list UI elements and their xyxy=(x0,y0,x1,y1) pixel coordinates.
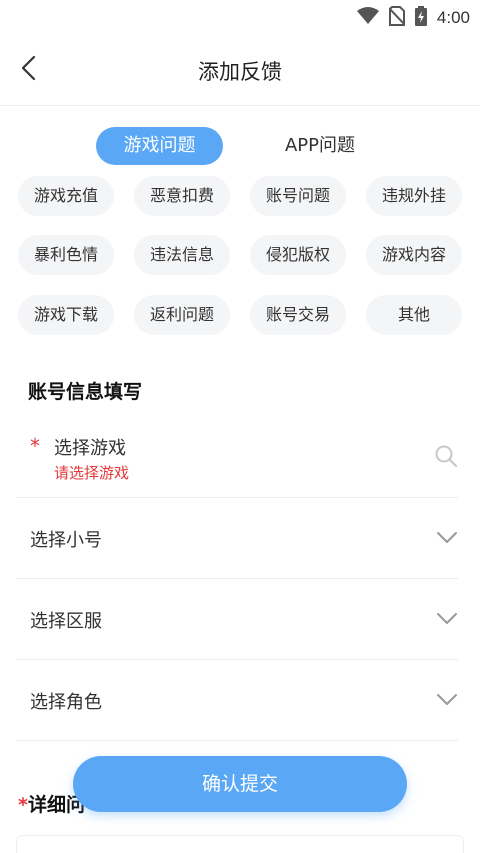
select-account-label: 选择小号 xyxy=(30,530,102,551)
submit-button[interactable]: 确认提交 xyxy=(73,756,407,812)
select-account-dropdown[interactable]: 选择小号 xyxy=(16,498,458,579)
category-chip[interactable]: 游戏下载 xyxy=(18,295,114,335)
select-role-label: 选择角色 xyxy=(30,692,102,713)
select-role-dropdown[interactable]: 选择角色 xyxy=(16,660,458,741)
page-title: 添加反馈 xyxy=(198,60,282,84)
feedback-type-tabs: 游戏问题 APP问题 xyxy=(0,127,480,165)
category-chip[interactable]: 暴利色情 xyxy=(18,235,114,275)
category-chip[interactable]: 侵犯版权 xyxy=(250,235,346,275)
category-chip[interactable]: 账号问题 xyxy=(250,176,346,216)
select-server-dropdown[interactable]: 选择区服 xyxy=(16,579,458,660)
status-icons: 4:00 xyxy=(356,6,470,30)
category-chip[interactable]: 其他 xyxy=(366,295,462,335)
status-bar: 4:00 xyxy=(0,0,480,34)
chevron-down-icon xyxy=(436,530,458,549)
select-server-label: 选择区服 xyxy=(30,611,102,632)
category-chip-grid: 游戏充值 恶意扣费 账号问题 违规外挂 暴利色情 违法信息 侵犯版权 游戏内容 … xyxy=(0,173,480,340)
required-star: * xyxy=(30,434,40,458)
category-chip[interactable]: 返利问题 xyxy=(134,295,230,335)
category-chip[interactable]: 恶意扣费 xyxy=(134,176,230,216)
select-game-error: 请选择游戏 xyxy=(54,464,130,482)
search-icon[interactable] xyxy=(434,444,458,472)
app-header: 添加反馈 xyxy=(0,34,480,106)
select-game-label: 选择游戏 xyxy=(54,438,126,459)
chevron-down-icon xyxy=(436,692,458,711)
status-time: 4:00 xyxy=(436,8,470,27)
select-game-field[interactable]: * 选择游戏 请选择游戏 xyxy=(16,418,458,498)
chevron-down-icon xyxy=(436,611,458,630)
category-chip[interactable]: 账号交易 xyxy=(250,295,346,335)
tab-app-issue[interactable]: APP问题 xyxy=(258,127,382,165)
required-star: * xyxy=(18,794,28,816)
category-chip[interactable]: 游戏充值 xyxy=(18,176,114,216)
battery-icon xyxy=(414,6,427,30)
category-chip[interactable]: 违法信息 xyxy=(134,235,230,275)
detail-description-textarea[interactable] xyxy=(16,835,464,853)
no-sim-icon xyxy=(388,6,406,30)
category-chip[interactable]: 游戏内容 xyxy=(366,235,462,275)
wifi-icon xyxy=(356,7,379,29)
tab-game-issue[interactable]: 游戏问题 xyxy=(96,127,223,165)
section-title-account-info: 账号信息填写 xyxy=(28,381,143,403)
category-chip[interactable]: 违规外挂 xyxy=(366,176,462,216)
